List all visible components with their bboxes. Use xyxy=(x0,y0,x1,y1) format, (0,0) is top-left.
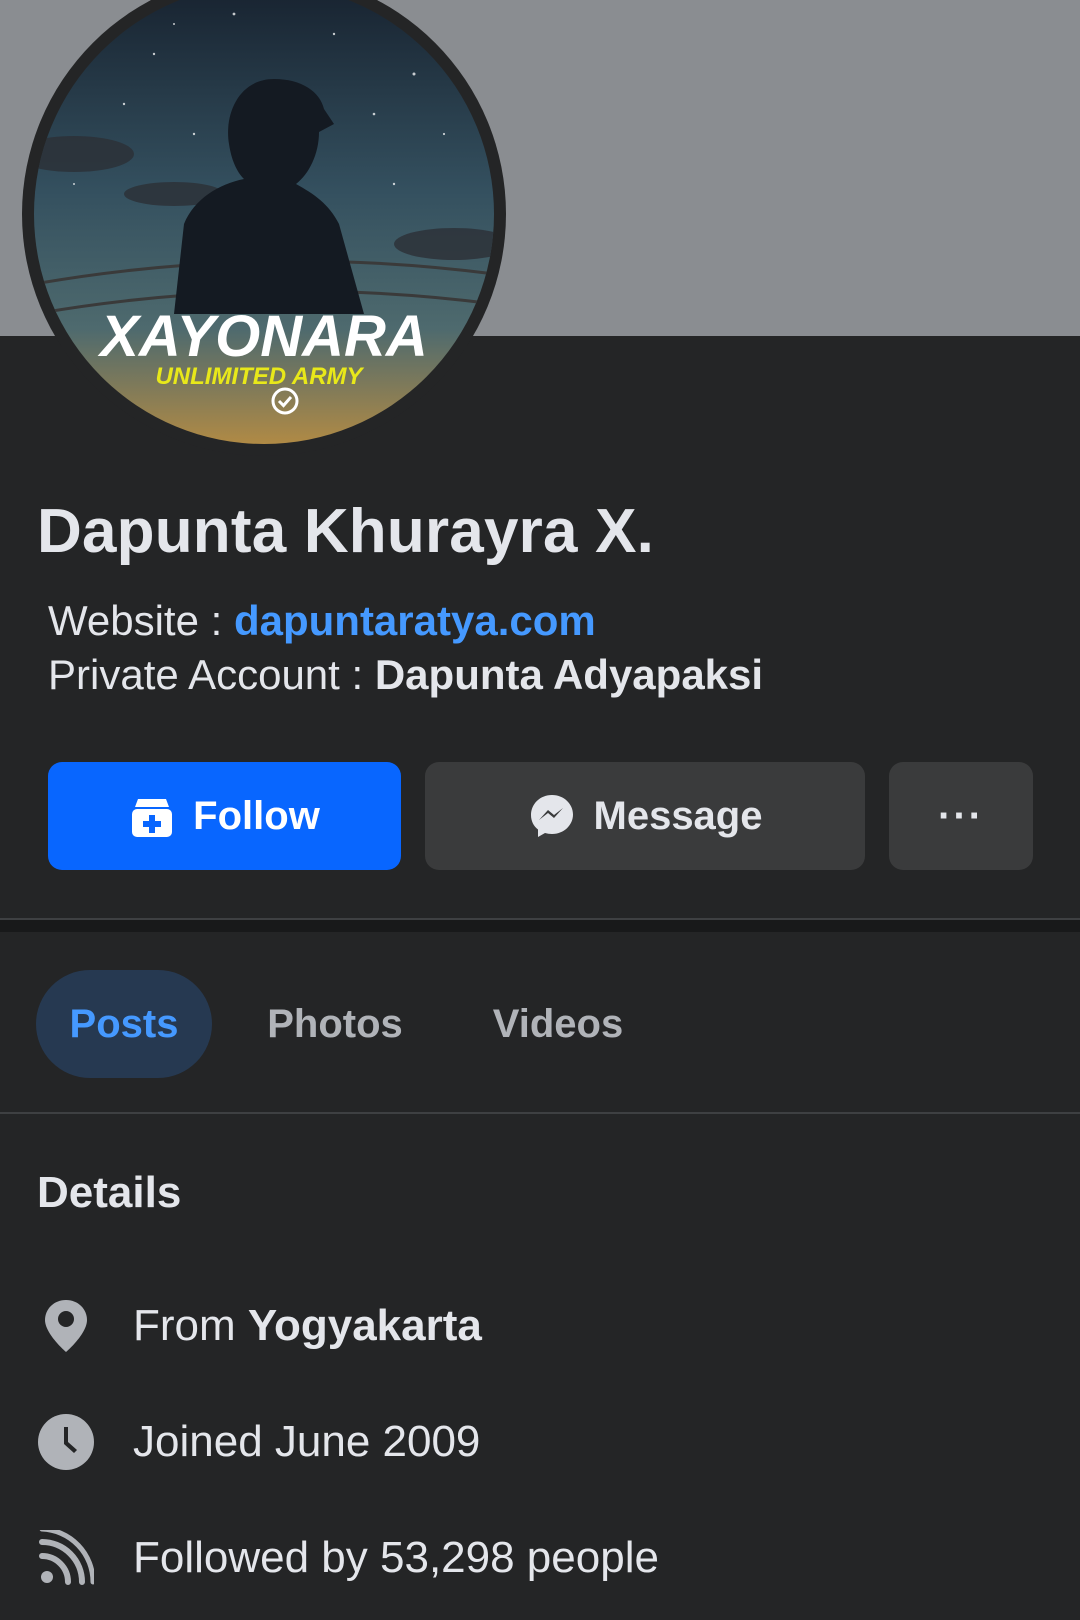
detail-from-value[interactable]: Yogyakarta xyxy=(248,1301,482,1350)
rss-feed-icon xyxy=(36,1528,96,1588)
detail-joined-text: Joined June 2009 xyxy=(133,1417,481,1466)
profile-tabs: Posts Photos Videos xyxy=(0,932,1080,1112)
detail-from: From Yogyakarta xyxy=(0,1286,1080,1366)
follow-button[interactable]: Follow xyxy=(48,762,401,870)
detail-joined: Joined June 2009 xyxy=(0,1402,1080,1482)
private-account-label: Private Account : xyxy=(48,651,375,698)
more-options-button[interactable]: ··· xyxy=(889,762,1033,870)
message-button[interactable]: Message xyxy=(425,762,865,870)
tabs-divider xyxy=(0,1112,1080,1114)
avatar-brand-subtext: UNLIMITED ARMY xyxy=(155,363,364,390)
private-account-value: Dapunta Adyapaksi xyxy=(374,651,764,698)
messenger-icon xyxy=(528,792,576,840)
profile-name: Dapunta Khurayra X. xyxy=(37,497,655,566)
profile-bio: Website : dapuntaratya.com Private Accou… xyxy=(48,594,763,702)
detail-followers-text[interactable]: Followed by 53,298 people xyxy=(133,1533,659,1583)
clock-icon xyxy=(36,1412,96,1472)
tab-posts[interactable]: Posts xyxy=(36,970,212,1078)
detail-from-text: From Yogyakarta xyxy=(133,1301,482,1351)
avatar-brand-text: XAYONARA xyxy=(97,304,428,369)
follow-add-icon xyxy=(129,793,175,839)
details-heading: Details xyxy=(37,1168,182,1217)
avatar[interactable]: XAYONARA UNLIMITED ARMY xyxy=(34,0,494,444)
follow-label: Follow xyxy=(193,793,320,838)
avatar-image: XAYONARA UNLIMITED ARMY xyxy=(34,0,494,444)
location-pin-icon xyxy=(36,1296,96,1356)
website-link[interactable]: dapuntaratya.com xyxy=(234,597,596,644)
tab-photos[interactable]: Photos xyxy=(252,970,418,1078)
detail-from-prefix: From xyxy=(133,1301,248,1350)
tab-videos[interactable]: Videos xyxy=(478,970,638,1078)
more-dots-icon: ··· xyxy=(938,793,984,838)
website-line: Website : dapuntaratya.com xyxy=(48,594,763,648)
message-label: Message xyxy=(593,793,763,838)
website-label: Website : xyxy=(48,597,234,644)
verified-check-icon xyxy=(271,387,299,415)
detail-followers: Followed by 53,298 people xyxy=(0,1518,1080,1598)
section-separator xyxy=(0,920,1080,932)
private-account-line: Private Account : Dapunta Adyapaksi xyxy=(48,648,763,702)
